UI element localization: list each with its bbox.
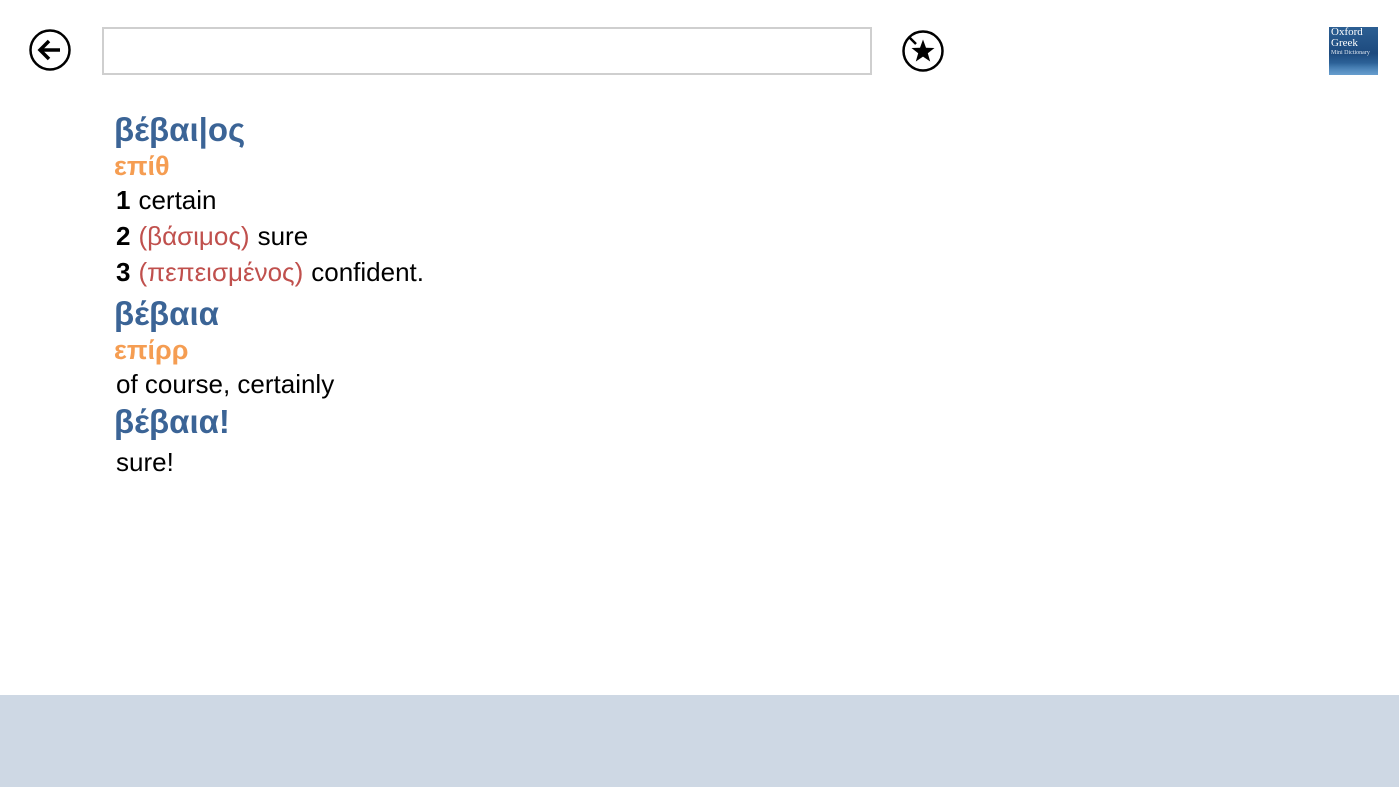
- sense: 1 certain: [114, 182, 1014, 218]
- arrow-left-circle-icon: [29, 29, 71, 71]
- sense-number: 2: [116, 221, 131, 251]
- headword: βέβαια!: [114, 403, 230, 440]
- search-field[interactable]: [102, 27, 872, 75]
- sense-gloss: certain: [138, 185, 217, 215]
- entry-block: βέβαια! sure!: [114, 402, 1014, 480]
- dictionary-page: Oxford Greek Mini Dictionary βέβαι|ος επ…: [0, 0, 1399, 787]
- back-button[interactable]: [29, 29, 71, 71]
- sense-gloss: of course, certainly: [116, 369, 335, 399]
- star-circle-icon: [902, 30, 944, 72]
- search-input[interactable]: [104, 29, 870, 73]
- sense: 3 (πεπεισμένος) confident.: [114, 254, 1014, 290]
- sense-gloss: confident.: [311, 257, 424, 287]
- logo-line-2: Greek: [1331, 37, 1358, 49]
- headword: βέβαια: [114, 295, 219, 332]
- part-of-speech: επίρρ: [114, 335, 189, 365]
- sense-gloss: sure!: [116, 447, 174, 477]
- entry-block: βέβαια επίρρ of course, certainly: [114, 294, 1014, 402]
- sense-gloss: sure: [257, 221, 309, 251]
- sense-number: 3: [116, 257, 131, 287]
- sense-number: 1: [116, 185, 131, 215]
- logo-line-3: Mini Dictionary: [1331, 50, 1370, 56]
- favorites-button[interactable]: [902, 30, 944, 72]
- part-of-speech: επίθ: [114, 151, 170, 181]
- bottom-app-bar: [0, 695, 1399, 787]
- entry-block: βέβαι|ος επίθ 1 certain 2 (βάσιμος) sure 3(…: [114, 110, 1014, 290]
- sense-context: (βάσιμος): [138, 221, 250, 251]
- headword: βέβαι|ος: [114, 111, 246, 148]
- sense-context: (πεπεισμένος): [138, 257, 304, 287]
- sense: 2 (βάσιμος) sure: [114, 218, 1014, 254]
- app-logo: Oxford Greek Mini Dictionary: [1329, 27, 1378, 75]
- logo-wave: [1329, 63, 1378, 75]
- dictionary-entry: βέβαι|ος επίθ 1 certain 2 (βάσιμος) sure 3(…: [114, 110, 1014, 480]
